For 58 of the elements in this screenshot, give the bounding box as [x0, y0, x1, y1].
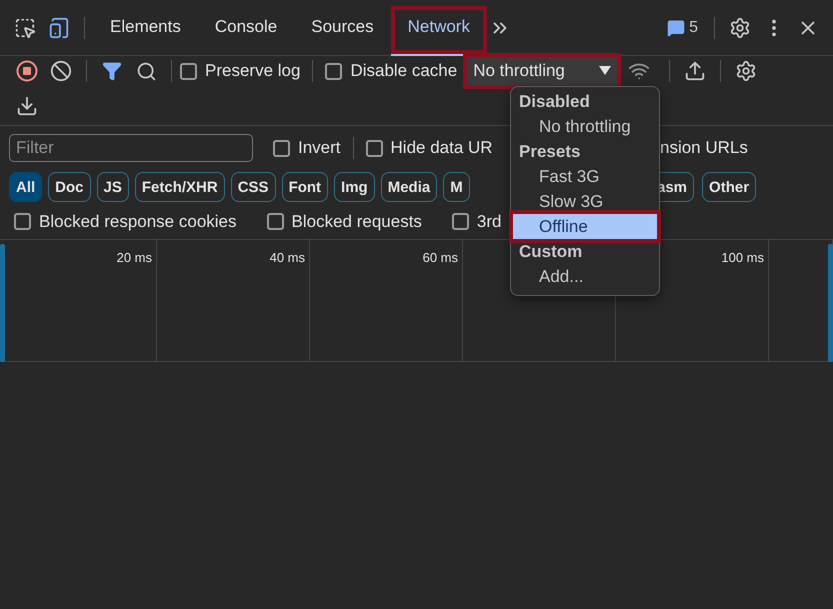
clear-icon[interactable] — [50, 60, 72, 82]
settings-icon[interactable] — [729, 16, 751, 38]
inspect-icon[interactable] — [14, 16, 36, 38]
time-tick: 60 ms — [422, 250, 458, 266]
checkbox[interactable] — [266, 213, 284, 230]
download-icon[interactable] — [16, 94, 38, 116]
checkbox-label: Disable cache — [350, 61, 458, 81]
checkbox[interactable] — [366, 140, 383, 156]
type-filter-chip[interactable]: Font — [282, 172, 328, 202]
checkbox[interactable] — [180, 62, 197, 80]
type-filter-chip[interactable]: Doc — [48, 172, 91, 202]
time-tick: 100 ms — [721, 250, 764, 266]
checkbox[interactable] — [325, 62, 342, 80]
menu-option[interactable]: Add... — [513, 264, 657, 289]
message-icon[interactable] — [667, 18, 686, 36]
range-handle[interactable] — [828, 244, 833, 362]
checkbox-label: Blocked requests — [292, 212, 422, 232]
filter-icon[interactable] — [102, 61, 122, 81]
message-count: 5 — [689, 18, 698, 36]
blocked-filter-option[interactable]: Blocked requests — [266, 212, 422, 232]
type-filter-chip[interactable]: Media — [380, 172, 438, 202]
type-filter-chip[interactable]: Fetch/XHR — [134, 172, 225, 202]
upload-icon[interactable] — [684, 60, 706, 82]
filter-field[interactable]: Filter — [9, 134, 253, 162]
type-filter-chip[interactable]: All — [9, 172, 42, 202]
dropdown-arrow-icon — [599, 66, 612, 76]
checkbox-label: Invert — [298, 138, 341, 158]
blocked-filter-option[interactable]: 3rd — [452, 212, 502, 232]
menu-heading: Custom — [518, 241, 584, 263]
type-filter-chip[interactable]: M — [443, 172, 470, 202]
menu-heading: Presets — [518, 141, 582, 163]
range-handle[interactable] — [0, 244, 5, 362]
checkbox[interactable] — [452, 213, 469, 230]
type-filter-chip[interactable]: CSS — [230, 172, 276, 202]
invert-option[interactable]: Invert — [273, 138, 341, 158]
disable-cache-option[interactable]: Disable cache — [325, 61, 458, 81]
panel-tab[interactable]: Elements — [93, 0, 198, 56]
record-icon[interactable] — [16, 60, 38, 82]
time-tick: 20 ms — [116, 250, 152, 266]
menu-option[interactable]: No throttling — [513, 114, 657, 139]
checkbox[interactable] — [14, 213, 31, 230]
settings-icon[interactable] — [735, 60, 758, 82]
checkbox[interactable] — [273, 140, 290, 156]
checkbox-label: Preserve log — [205, 61, 300, 81]
menu-heading: Disabled — [518, 91, 591, 113]
checkbox-label: nsion URLs — [660, 138, 748, 158]
checkbox-label: 3rd — [476, 212, 502, 232]
panel-tab[interactable]: Console — [198, 0, 294, 56]
hide-data-urls-option[interactable]: Hide data UR — [366, 138, 493, 158]
device-toolbar-icon[interactable] — [48, 16, 70, 38]
type-filter-chip[interactable]: Other — [702, 172, 756, 202]
panel-tab[interactable]: Sources — [294, 0, 391, 56]
time-tick: 40 ms — [270, 250, 305, 266]
preserve-log-option[interactable]: Preserve log — [180, 61, 300, 81]
type-filter-chip[interactable]: JS — [96, 172, 129, 202]
type-filter-chip[interactable]: Img — [334, 172, 375, 202]
checkbox-label: Hide data UR — [390, 138, 493, 158]
search-icon[interactable] — [136, 60, 156, 82]
